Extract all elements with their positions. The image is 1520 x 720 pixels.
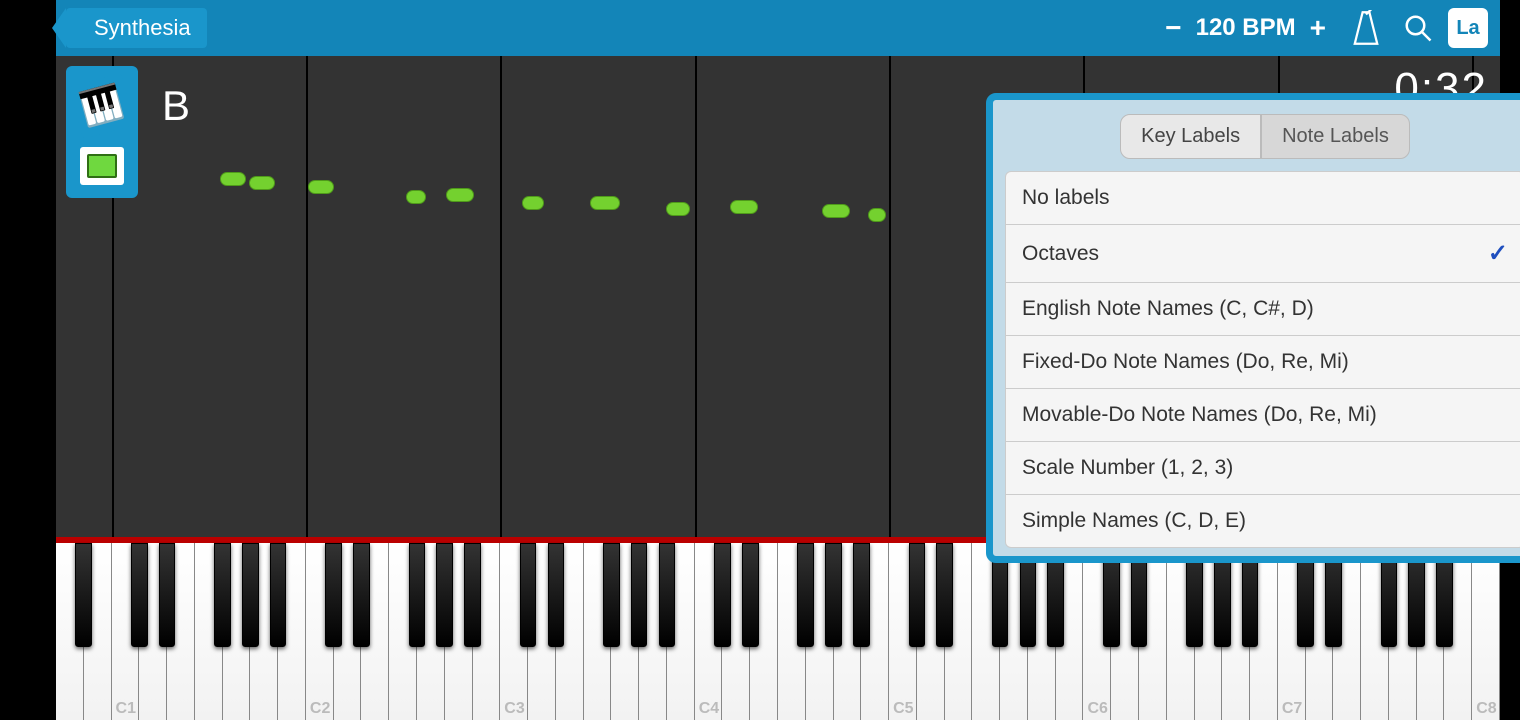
falling-note (666, 202, 690, 216)
black-key[interactable] (75, 543, 92, 647)
black-key[interactable] (409, 543, 426, 647)
falling-note (446, 188, 474, 202)
black-key[interactable] (325, 543, 342, 647)
octave-label: C5 (893, 700, 913, 718)
popup-tabs: Key Labels Note Labels (1005, 114, 1520, 159)
tab-key-labels[interactable]: Key Labels (1120, 114, 1261, 159)
falling-note (249, 176, 275, 190)
topbar: Synthesia − 120 BPM + La (56, 0, 1500, 56)
black-key[interactable] (214, 543, 231, 647)
black-key[interactable] (548, 543, 565, 647)
label-option[interactable]: Movable-Do Note Names (Do, Re, Mi) (1006, 389, 1520, 442)
tab-note-labels[interactable]: Note Labels (1261, 114, 1410, 159)
octave-label: C7 (1282, 700, 1302, 718)
track-label: B (162, 82, 190, 130)
falling-note (308, 180, 334, 194)
black-key[interactable] (853, 543, 870, 647)
black-key[interactable] (353, 543, 370, 647)
black-key[interactable] (131, 543, 148, 647)
labels-button-text: La (1456, 17, 1479, 40)
black-key[interactable] (603, 543, 620, 647)
black-key[interactable] (520, 543, 537, 647)
bpm-plus-button[interactable]: + (1304, 12, 1332, 44)
black-key[interactable] (159, 543, 176, 647)
black-key[interactable] (464, 543, 481, 647)
piano-keyboard[interactable]: C1 C2 C3 C4 C5 C6 C7 C8 (56, 537, 1500, 720)
octave-gridline (889, 56, 891, 537)
falling-note (522, 196, 544, 210)
black-key[interactable] (909, 543, 926, 647)
label-option-text: Octaves (1022, 242, 1099, 266)
black-key[interactable] (659, 543, 676, 647)
falling-note (868, 208, 886, 222)
app-title: Synthesia (94, 15, 191, 41)
black-key[interactable] (270, 543, 287, 647)
black-key[interactable] (797, 543, 814, 647)
octave-gridline (500, 56, 502, 537)
track-color-swatch[interactable] (80, 147, 124, 185)
label-option-text: Scale Number (1, 2, 3) (1022, 456, 1233, 480)
black-key[interactable] (436, 543, 453, 647)
octave-label: C6 (1087, 700, 1107, 718)
label-option-text: No labels (1022, 186, 1110, 210)
octave-label: C4 (699, 700, 719, 718)
label-option-text: Movable-Do Note Names (Do, Re, Mi) (1022, 403, 1377, 427)
instrument-panel[interactable]: 🎹 (66, 66, 138, 198)
label-option[interactable]: Simple Names (C, D, E) (1006, 495, 1520, 547)
falling-note (406, 190, 426, 204)
black-key[interactable] (714, 543, 731, 647)
octave-label: C3 (504, 700, 524, 718)
bpm-minus-button[interactable]: − (1159, 12, 1187, 44)
black-key[interactable] (631, 543, 648, 647)
app-frame: Synthesia − 120 BPM + La 🎹 B 0:32 C1C2C3… (56, 0, 1500, 720)
label-option[interactable]: No labels (1006, 172, 1520, 225)
falling-note (822, 204, 850, 218)
piano-icon: 🎹 (69, 73, 135, 139)
octave-label: C8 (1476, 700, 1496, 718)
bpm-control: − 120 BPM + (1159, 12, 1332, 44)
black-key[interactable] (825, 543, 842, 647)
back-button[interactable]: Synthesia (66, 8, 207, 48)
octave-label: C1 (116, 700, 136, 718)
search-icon[interactable] (1400, 10, 1436, 46)
white-key[interactable] (1472, 543, 1500, 720)
label-option-text: English Note Names (C, C#, D) (1022, 297, 1314, 321)
label-options-list: No labels Octaves ✓ English Note Names (C, … (1005, 171, 1520, 548)
bpm-value: 120 BPM (1196, 14, 1296, 42)
octave-gridline (306, 56, 308, 537)
label-option[interactable]: Octaves ✓ (1006, 225, 1520, 283)
octave-gridline (695, 56, 697, 537)
black-key[interactable] (936, 543, 953, 647)
labels-popup: Key Labels Note Labels No labels Octaves ✓… (986, 93, 1520, 563)
check-icon: ✓ (1488, 239, 1508, 268)
metronome-icon[interactable] (1352, 10, 1380, 46)
label-option[interactable]: Scale Number (1, 2, 3) (1006, 442, 1520, 495)
black-key[interactable] (742, 543, 759, 647)
black-key[interactable] (242, 543, 259, 647)
labels-button[interactable]: La (1448, 8, 1488, 48)
falling-note (730, 200, 758, 214)
label-option[interactable]: Fixed-Do Note Names (Do, Re, Mi) (1006, 336, 1520, 389)
octave-label: C2 (310, 700, 330, 718)
label-option[interactable]: English Note Names (C, C#, D) (1006, 283, 1520, 336)
label-option-text: Simple Names (C, D, E) (1022, 509, 1246, 533)
falling-note (220, 172, 246, 186)
label-option-text: Fixed-Do Note Names (Do, Re, Mi) (1022, 350, 1349, 374)
falling-note (590, 196, 620, 210)
